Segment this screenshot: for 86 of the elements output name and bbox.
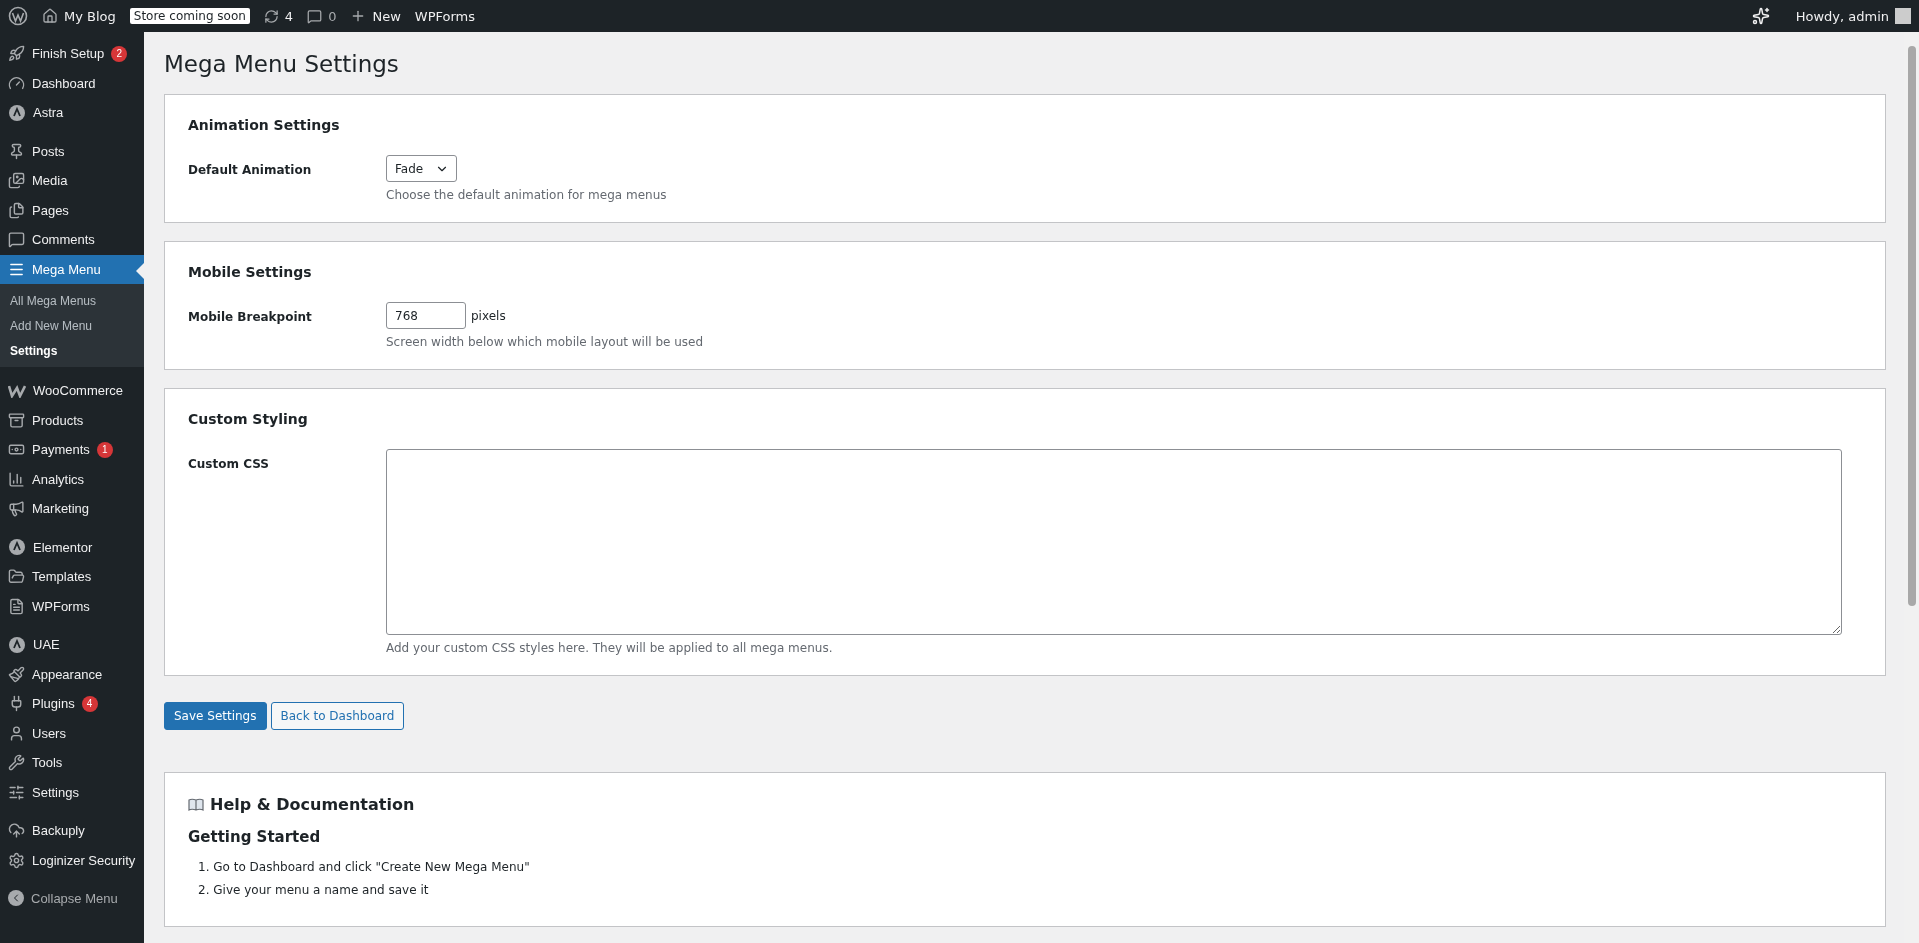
refresh-icon: [263, 8, 279, 24]
bar-chart-icon: [8, 470, 25, 488]
account-link[interactable]: Howdy, admin: [1795, 8, 1911, 24]
menu-item[interactable]: Astra: [0, 98, 144, 128]
field-label: Mobile Breakpoint: [188, 309, 313, 326]
menu-item[interactable]: Media: [0, 166, 144, 196]
paintbrush-icon: [8, 665, 25, 683]
avatar-icon: [1895, 8, 1911, 24]
count-badge: 1: [96, 441, 113, 458]
help-title: Help & Documentation: [210, 795, 415, 814]
field-label: Custom CSS: [188, 456, 270, 473]
section-title: Custom Styling: [188, 411, 309, 427]
collapse-menu-link[interactable]: Collapse Menu: [0, 884, 144, 912]
menu-item[interactable]: Plugins 4: [0, 689, 144, 719]
menu-item[interactable]: Payments 1: [0, 435, 144, 465]
book-icon: [188, 798, 204, 811]
gauge-icon: [8, 74, 25, 92]
field-label: Default Animation: [188, 162, 313, 179]
submenu-item[interactable]: Settings: [0, 338, 144, 363]
user-icon: [8, 724, 25, 742]
round-logo-icon: [8, 635, 26, 654]
comments-link[interactable]: 0: [307, 8, 337, 24]
back-button[interactable]: Back to Dashboard: [270, 702, 405, 730]
sliders-icon: [8, 783, 25, 801]
help-step: 1. Go to Dashboard and click "Create New Mega Menu": [198, 860, 1862, 874]
menu-item[interactable]: UAE: [0, 630, 144, 660]
help-step: 2. Give your menu a name and save it: [198, 883, 1862, 897]
count-badge: 2: [111, 45, 128, 62]
new-link[interactable]: New: [350, 8, 401, 24]
updates-link[interactable]: 4: [263, 8, 294, 24]
submenu-item[interactable]: All Mega Menus: [0, 288, 144, 313]
menu-item[interactable]: Backuply: [0, 816, 144, 846]
menu-item[interactable]: Loginizer Security: [0, 845, 144, 875]
round-logo-icon: [8, 103, 26, 122]
menu-item[interactable]: Marketing: [0, 494, 144, 524]
menu-item[interactable]: Comments: [0, 225, 144, 255]
rocket-icon: [8, 45, 25, 63]
animation-select[interactable]: Fade: [386, 155, 458, 182]
help-subtitle: Getting Started: [188, 828, 322, 846]
form-icon: [8, 597, 25, 615]
store-notice: Store coming soon: [129, 8, 250, 24]
menu-item[interactable]: WPForms: [0, 591, 144, 621]
round-logo-icon: [8, 538, 26, 557]
menu-item[interactable]: Dashboard: [0, 68, 144, 98]
images-icon: [8, 172, 25, 190]
menu-item[interactable]: Analytics: [0, 464, 144, 494]
pushpin-icon: [8, 142, 25, 160]
unit-label: pixels: [471, 308, 506, 323]
section-title: Animation Settings: [188, 117, 341, 133]
menu-item[interactable]: Elementor: [0, 532, 144, 562]
field-description: Choose the default animation for mega menus: [386, 188, 668, 202]
menu-item[interactable]: Templates: [0, 562, 144, 592]
menu-item[interactable]: Settings: [0, 777, 144, 807]
folder-icon: [8, 568, 25, 586]
menu-item[interactable]: Mega Menu: [0, 254, 144, 284]
home-icon: [42, 8, 58, 24]
menu-item[interactable]: Posts: [0, 136, 144, 166]
breakpoint-input[interactable]: 768: [386, 302, 466, 329]
menu-item[interactable]: Tools: [0, 748, 144, 778]
site-name-link[interactable]: My Blog: [42, 8, 116, 24]
menu-item[interactable]: Appearance: [0, 659, 144, 689]
wrench-icon: [8, 754, 25, 772]
save-button[interactable]: Save Settings: [164, 702, 267, 730]
megaphone-icon: [8, 500, 25, 518]
menu-item[interactable]: Products: [0, 405, 144, 435]
menu-item[interactable]: Users: [0, 718, 144, 748]
archive-box-icon: [8, 411, 25, 429]
w-logo-icon: [8, 383, 26, 398]
speech-bubble-icon: [8, 231, 25, 249]
count-badge: 4: [81, 695, 98, 712]
field-description: Add your custom CSS styles here. They will be applied to all mega menus.: [386, 641, 834, 655]
field-description: Screen width below which mobile layout will be used: [386, 335, 705, 349]
menu-item[interactable]: Pages: [0, 195, 144, 225]
wordpress-logo-icon[interactable]: [8, 6, 28, 26]
section-title: Mobile Settings: [188, 264, 313, 280]
submenu-item[interactable]: Add New Menu: [0, 313, 144, 338]
cloud-upload-icon: [8, 822, 25, 840]
collapse-icon: [8, 890, 24, 906]
page-title: Mega Menu Settings: [164, 51, 400, 77]
plugin-link[interactable]: WPForms: [414, 8, 475, 24]
pages-icon: [8, 201, 25, 219]
sparkles-icon[interactable]: [1751, 7, 1770, 25]
menu-item[interactable]: Finish Setup 2: [0, 39, 144, 69]
menu-item[interactable]: WooCommerce: [0, 376, 144, 406]
speech-bubble-icon: [307, 8, 323, 24]
gear-icon: [8, 851, 25, 869]
